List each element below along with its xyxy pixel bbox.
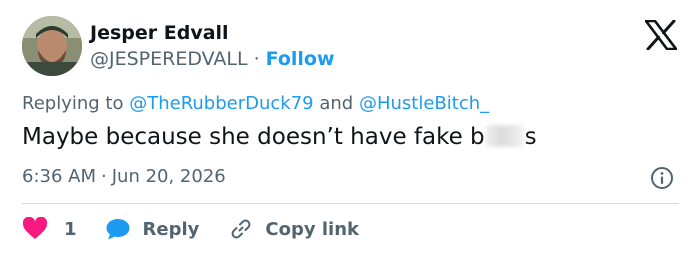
like-count: 1 [64,218,77,240]
like-button[interactable]: 1 [22,217,77,241]
handle-separator: · [253,48,260,70]
tweet-text: Maybe because she doesn’t have fake b s [22,124,537,150]
avatar[interactable] [22,16,82,76]
heart-icon [22,217,48,239]
user-handle[interactable]: @JESPEREDVALL [90,48,248,70]
follow-button[interactable]: Follow [266,48,335,70]
copy-link-button[interactable]: Copy link [229,217,359,241]
mention-link-2[interactable]: @HustleBitch_ [359,93,489,114]
display-name[interactable]: Jesper Edvall [90,22,229,44]
tweet-text-after: s [524,124,537,150]
replying-prefix: Replying to [22,93,124,114]
replying-conjunction: and [319,93,354,114]
info-icon[interactable] [650,166,674,190]
reply-button[interactable]: Reply [105,217,200,241]
reply-label: Reply [142,218,200,240]
mention-link-1[interactable]: @TheRubberDuck79 [129,93,313,114]
timestamp[interactable]: 6:36 AM · Jun 20, 2026 [22,166,226,187]
replying-to: Replying to @TheRubberDuck79 and @Hustle… [22,93,489,114]
x-logo-icon[interactable] [644,19,678,51]
handle-row: @JESPEREDVALL · Follow [90,48,335,70]
timestamp-separator: · [101,166,107,187]
tweet-date: Jun 20, 2026 [111,166,226,187]
speech-bubble-icon [106,219,130,240]
divider [22,203,679,204]
copy-link-label: Copy link [265,218,359,240]
tweet-time: 6:36 AM [22,166,96,187]
action-bar: 1 Reply Copy link [22,214,359,244]
tweet-text-before: Maybe because she doesn’t have fake b [22,124,485,150]
link-icon [231,219,251,239]
censor-blur [485,125,524,147]
